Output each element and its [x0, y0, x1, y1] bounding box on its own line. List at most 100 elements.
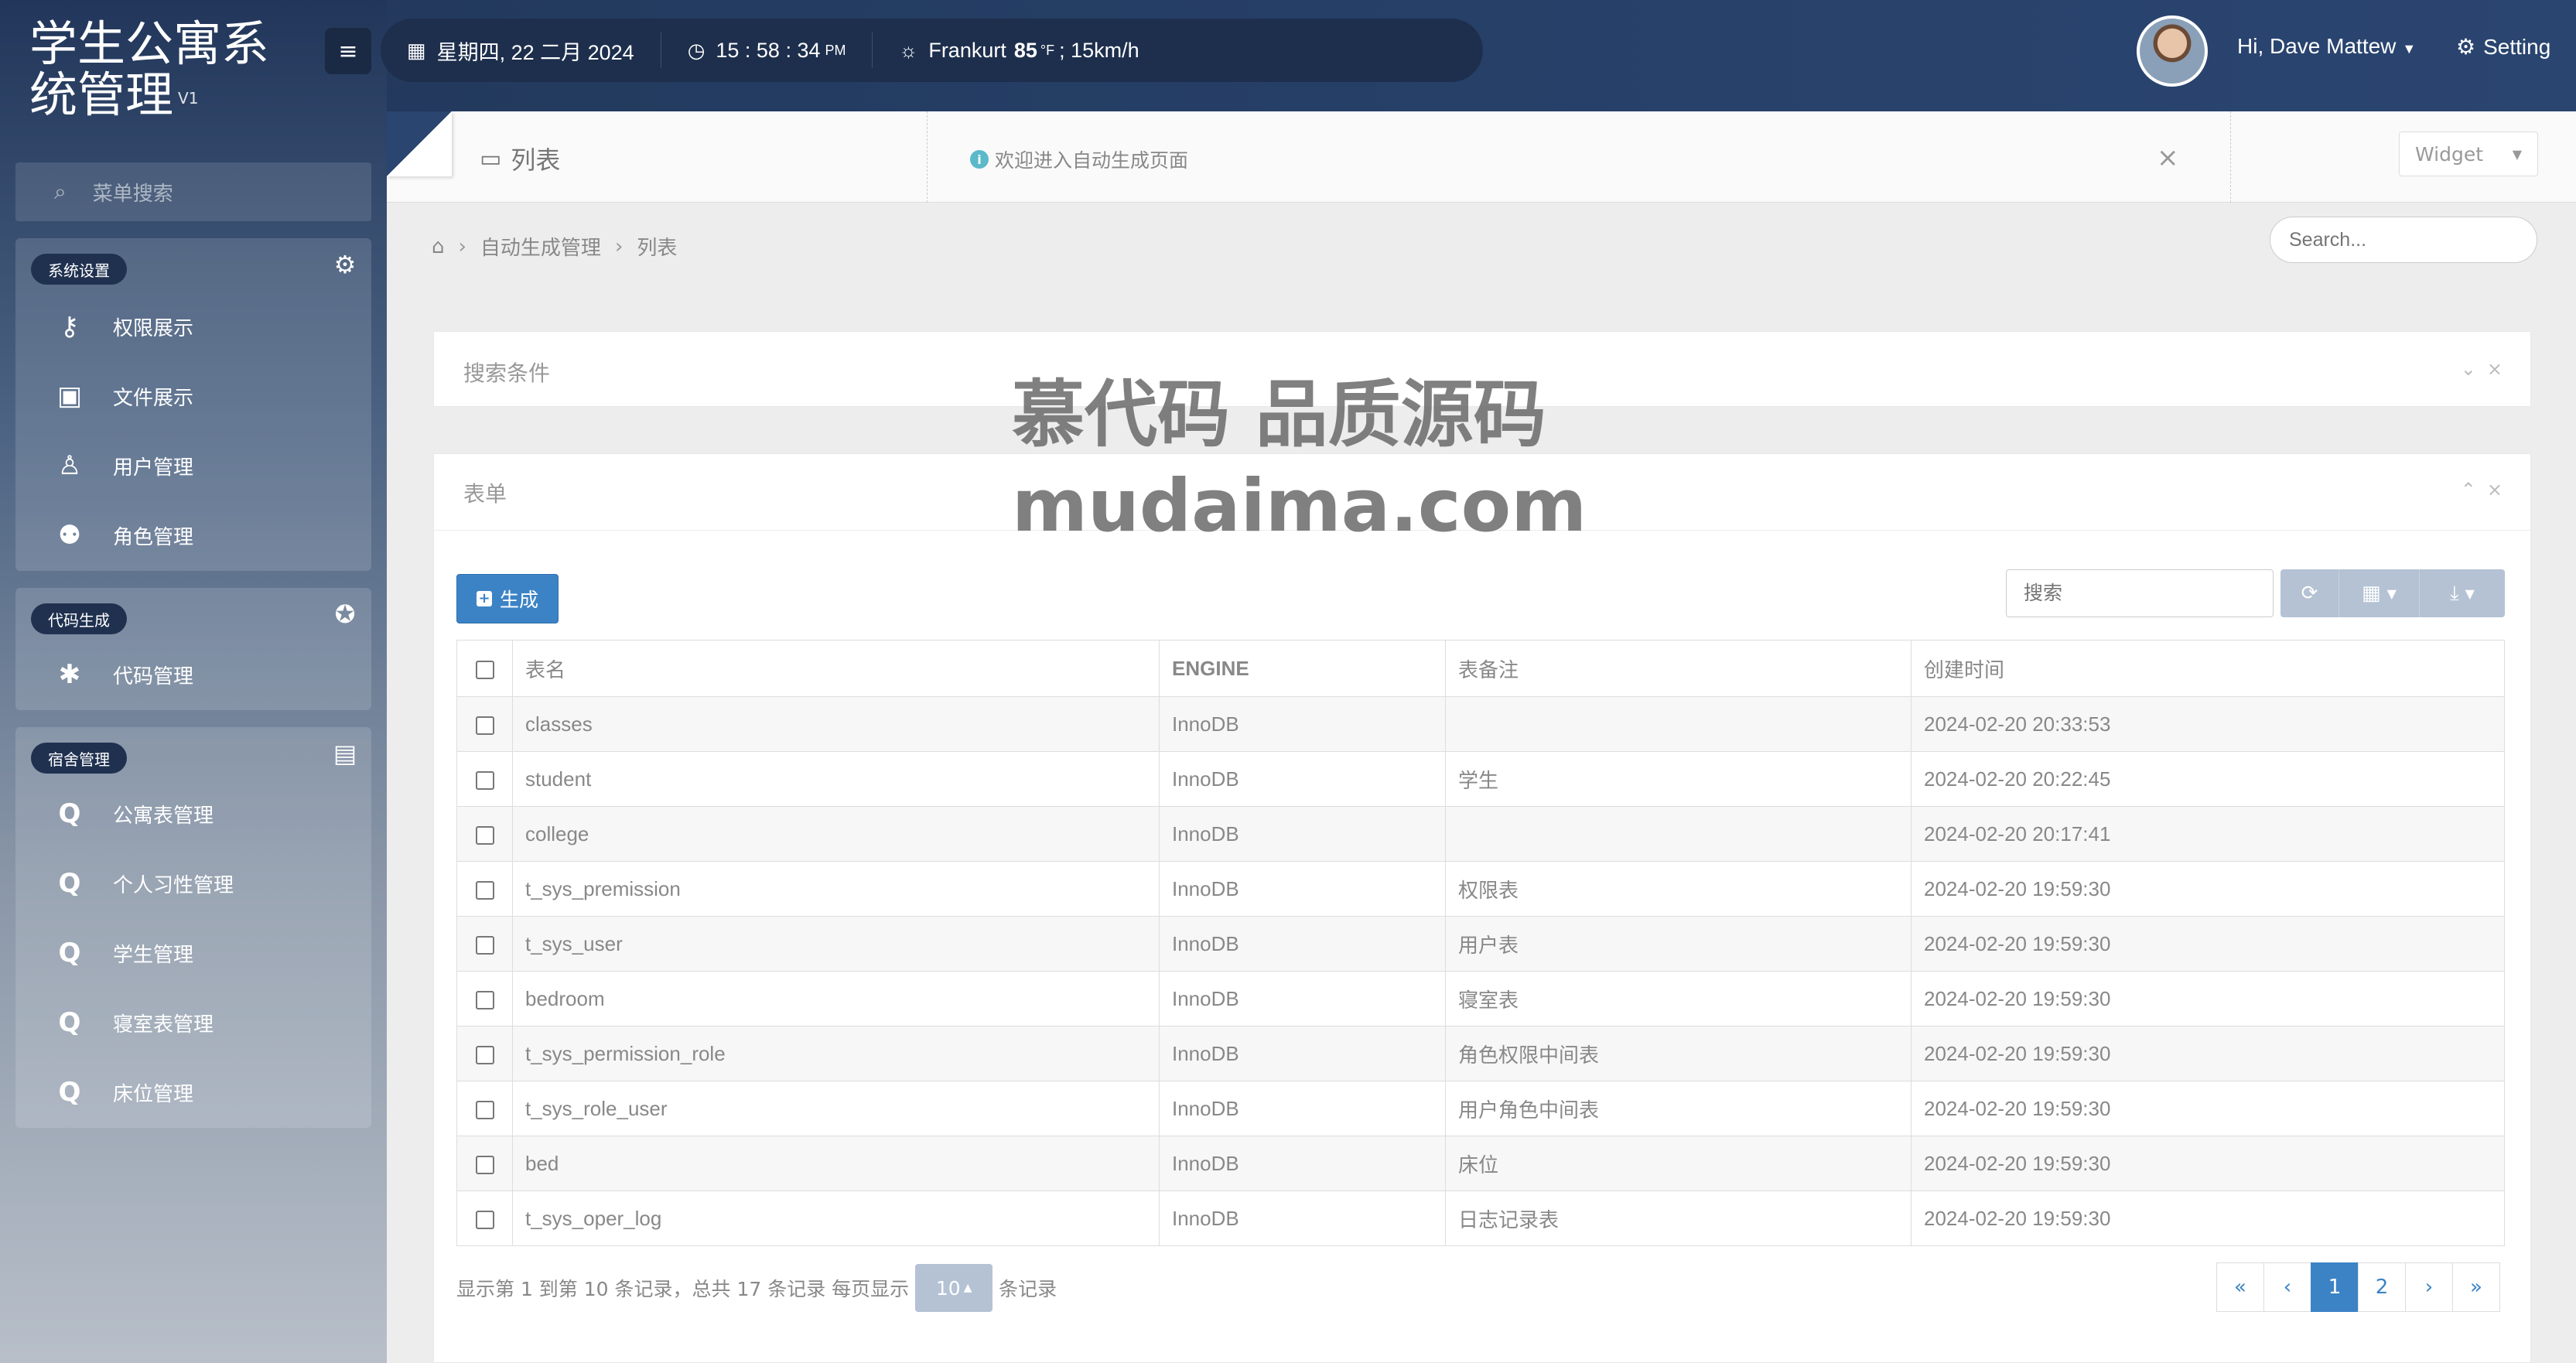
weather-temp: 85: [1013, 38, 1037, 62]
close-icon[interactable]: ×: [2487, 358, 2513, 380]
panel-codegen: 代码生成 ✪ ✱ 代码管理: [15, 588, 371, 710]
window-icon: ▭: [480, 145, 502, 173]
row-checkbox[interactable]: [475, 825, 494, 845]
sidebar-item-apartment[interactable]: Q 公寓表管理: [15, 783, 371, 845]
sidebar-item-habits[interactable]: Q 个人习性管理: [15, 852, 371, 914]
cell-comment: 学生: [1445, 751, 1912, 807]
sidebar-item-users[interactable]: ♙ 用户管理: [15, 435, 371, 497]
cell-comment: 权限表: [1445, 861, 1912, 917]
table-row[interactable]: student InnoDB 学生 2024-02-20 20:22:45: [456, 751, 2505, 807]
refresh-button[interactable]: ⟳: [2280, 569, 2339, 617]
cell-table-name: t_sys_permission_role: [512, 1026, 1160, 1081]
sidebar-item-bedroom[interactable]: Q 寝室表管理: [15, 992, 371, 1054]
table-row[interactable]: t_sys_premission InnoDB 权限表 2024-02-20 19:5…: [456, 861, 2505, 917]
sidebar-item-students[interactable]: Q 学生管理: [15, 922, 371, 984]
table-row[interactable]: classes InnoDB 2024-02-20 20:33:53: [456, 696, 2505, 752]
table-row[interactable]: bed InnoDB 床位 2024-02-20 19:59:30: [456, 1136, 2505, 1191]
row-checkbox[interactable]: [475, 880, 494, 900]
page-button[interactable]: 2: [2358, 1262, 2406, 1312]
chevron-up-icon[interactable]: ⌃: [2461, 479, 2487, 500]
page-size-select[interactable]: 10 ▲: [915, 1264, 993, 1312]
row-checkbox[interactable]: [475, 1210, 494, 1229]
table-row[interactable]: t_sys_permission_role InnoDB 角色权限中间表 2024-0…: [456, 1026, 2505, 1081]
contact-book-icon[interactable]: ▤: [330, 738, 360, 769]
table-row[interactable]: bedroom InnoDB 寝室表 2024-02-20 19:59:30: [456, 971, 2505, 1027]
table-row[interactable]: college InnoDB 2024-02-20 20:17:41: [456, 806, 2505, 862]
sidebar-item-permissions[interactable]: ⚷ 权限展示: [15, 295, 371, 357]
chevron-down-icon[interactable]: ⌄: [2461, 358, 2487, 380]
column-header[interactable]: 表名: [512, 640, 1160, 697]
widget-dropdown[interactable]: Widget ▼: [2399, 132, 2538, 176]
column-header[interactable]: 创建时间: [1911, 640, 2505, 697]
page-button[interactable]: 1: [2311, 1262, 2359, 1312]
user-greeting: Hi, Dave Mattew: [2237, 34, 2397, 58]
user-menu[interactable]: Hi, Dave Mattew ▼: [2237, 34, 2416, 59]
q-icon: Q: [58, 1077, 81, 1108]
gear-icon[interactable]: ⚙: [330, 249, 360, 280]
breadcrumb-item[interactable]: 自动生成管理: [480, 232, 601, 261]
cell-comment: 床位: [1445, 1136, 1912, 1191]
table-row[interactable]: t_sys_user InnoDB 用户表 2024-02-20 19:59:30: [456, 916, 2505, 972]
home-icon[interactable]: ⌂: [432, 235, 445, 258]
card-title: 搜索条件: [463, 360, 551, 386]
global-search-input[interactable]: [2270, 217, 2537, 263]
rebel-icon[interactable]: ✪: [330, 599, 360, 630]
row-checkbox[interactable]: [475, 1100, 494, 1119]
sidebar-item-label: 床位管理: [113, 1082, 194, 1106]
menu-toggle-button[interactable]: ≡: [325, 28, 371, 74]
cell-created-time: 2024-02-20 20:17:41: [1911, 806, 2505, 862]
table-row[interactable]: t_sys_role_user InnoDB 用户角色中间表 2024-02-20 1…: [456, 1081, 2505, 1136]
last-page-button[interactable]: »: [2452, 1262, 2500, 1312]
weather-wind: ; 15km/h: [1059, 38, 1139, 62]
columns-button[interactable]: ▦ ▼: [2339, 569, 2420, 617]
cell-comment: [1445, 806, 1912, 862]
sidebar-item-files[interactable]: ▣ 文件展示: [15, 365, 371, 427]
close-icon[interactable]: ×: [2157, 142, 2179, 173]
next-page-button[interactable]: ›: [2405, 1262, 2453, 1312]
weather-icon: ☼: [899, 38, 918, 62]
generate-button[interactable]: + 生成: [456, 574, 559, 623]
sidebar-item-bed[interactable]: Q 床位管理: [15, 1061, 371, 1123]
row-checkbox[interactable]: [475, 716, 494, 735]
prev-page-button[interactable]: ‹: [2263, 1262, 2311, 1312]
bug-icon: ✱: [58, 659, 81, 690]
row-select-cell: [456, 1026, 513, 1081]
sidebar-item-roles[interactable]: ⚉ 角色管理: [15, 504, 371, 566]
panel-dorm: 宿舍管理 ▤ Q 公寓表管理 Q 个人习性管理 Q 学生管理 Q 寝室表管理 Q…: [15, 727, 371, 1128]
row-checkbox[interactable]: [475, 935, 494, 955]
plus-square-icon: +: [476, 591, 492, 606]
row-checkbox[interactable]: [475, 990, 494, 1009]
caret-down-icon: ▼: [2402, 41, 2417, 56]
cell-table-name: classes: [512, 696, 1160, 752]
select-all-checkbox[interactable]: [475, 660, 494, 679]
q-icon: Q: [58, 1007, 81, 1038]
row-checkbox[interactable]: [475, 1045, 494, 1064]
breadcrumb: ⌂ › 自动生成管理 › 列表: [432, 232, 677, 261]
column-header[interactable]: ENGINE: [1159, 640, 1446, 697]
table-row[interactable]: t_sys_oper_log InnoDB 日志记录表 2024-02-20 19:5…: [456, 1190, 2505, 1246]
column-header[interactable]: 表备注: [1445, 640, 1912, 697]
row-select-cell: [456, 696, 513, 752]
row-checkbox[interactable]: [475, 770, 494, 790]
export-button[interactable]: ⤓ ▼: [2420, 569, 2505, 617]
row-select-cell: [456, 1081, 513, 1136]
welcome-text: 欢迎进入自动生成页面: [995, 149, 1189, 172]
caret-down-icon: ▼: [2512, 146, 2522, 162]
cell-created-time: 2024-02-20 19:59:30: [1911, 1081, 2505, 1136]
sidebar-item-code[interactable]: ✱ 代码管理: [15, 644, 371, 705]
first-page-button[interactable]: «: [2216, 1262, 2264, 1312]
sidebar-item-label: 寝室表管理: [113, 1013, 214, 1037]
divider: [2230, 111, 2231, 203]
caret-down-icon: ▼: [2386, 586, 2397, 601]
row-checkbox[interactable]: [475, 1155, 494, 1174]
cell-table-name: t_sys_role_user: [512, 1081, 1160, 1136]
avatar[interactable]: [2137, 15, 2208, 87]
user-icon: ♙: [57, 450, 82, 481]
cell-created-time: 2024-02-20 19:59:30: [1911, 1026, 2505, 1081]
cell-created-time: 2024-02-20 19:59:30: [1911, 971, 2505, 1027]
menu-search[interactable]: ⌕ 菜单搜索: [15, 162, 371, 221]
sidebar-item-label: 学生管理: [113, 943, 194, 967]
close-icon[interactable]: ×: [2487, 479, 2513, 500]
setting-button[interactable]: ⚙ Setting: [2456, 34, 2550, 60]
table-search-input[interactable]: [2006, 569, 2274, 617]
